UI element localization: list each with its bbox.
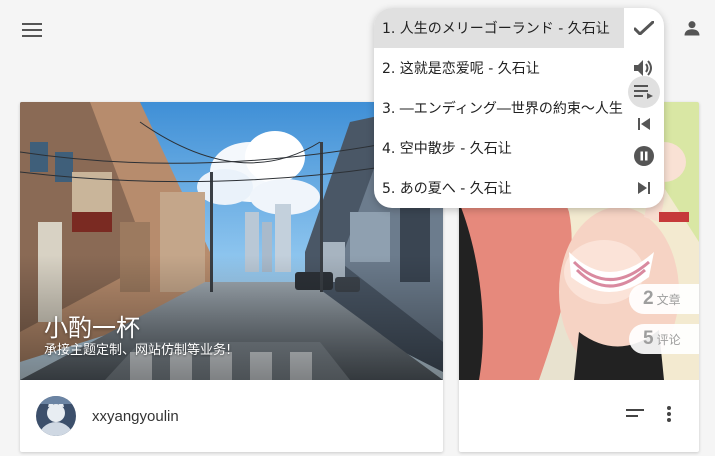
comments-count: 5 — [643, 328, 654, 349]
pause-icon — [634, 146, 654, 166]
previous-icon — [638, 118, 650, 130]
menu-button[interactable] — [14, 12, 50, 48]
profile-actions — [459, 380, 699, 452]
volume-icon — [634, 60, 652, 76]
collapse-player-button[interactable] — [630, 14, 658, 42]
post-title[interactable]: 小酌一杯 — [44, 308, 140, 343]
comments-label: 评论 — [656, 332, 681, 347]
menu-icon — [22, 23, 42, 37]
next-track-button[interactable] — [630, 174, 658, 202]
more-options-button[interactable] — [657, 402, 681, 426]
account-button[interactable] — [674, 10, 710, 46]
playlist-track[interactable]: 3. ―エンディング―世界の約束～人生のメリーゴーランド — [374, 88, 624, 128]
post-subtitle: 承接主题定制、网站仿制等业务! — [44, 343, 232, 358]
person-icon — [684, 21, 700, 36]
collapse-icon — [634, 21, 654, 35]
playlist-track[interactable]: 1. 人生のメリーゴーランド - 久石让 — [374, 8, 624, 48]
playlist-track[interactable]: 5. あの夏へ - 久石让 — [374, 168, 624, 208]
avatar-image — [36, 396, 76, 436]
author-avatar[interactable] — [36, 396, 76, 436]
next-icon — [638, 182, 650, 194]
articles-count-pill[interactable]: 2 文章 — [629, 284, 699, 314]
pause-button[interactable] — [630, 142, 658, 170]
sort-button[interactable] — [623, 402, 647, 426]
music-player: 1. 人生のメリーゴーランド - 久石让 2. 这就是恋爱呢 - 久石让 3. … — [374, 8, 664, 208]
author-name[interactable]: xxyangyoulin — [92, 408, 179, 425]
comments-count-pill[interactable]: 5 评论 — [629, 324, 699, 354]
author-row: xxyangyoulin — [20, 380, 443, 452]
playlist-track[interactable]: 2. 这就是恋爱呢 - 久石让 — [374, 48, 624, 88]
previous-track-button[interactable] — [630, 110, 658, 138]
articles-label: 文章 — [656, 292, 681, 307]
more-vert-icon — [667, 406, 671, 422]
playlist-track[interactable]: 4. 空中散步 - 久石让 — [374, 128, 624, 168]
playlist-button[interactable] — [628, 76, 660, 108]
sort-icon — [626, 409, 644, 417]
articles-count: 2 — [643, 288, 654, 309]
playlist-icon — [634, 85, 653, 99]
